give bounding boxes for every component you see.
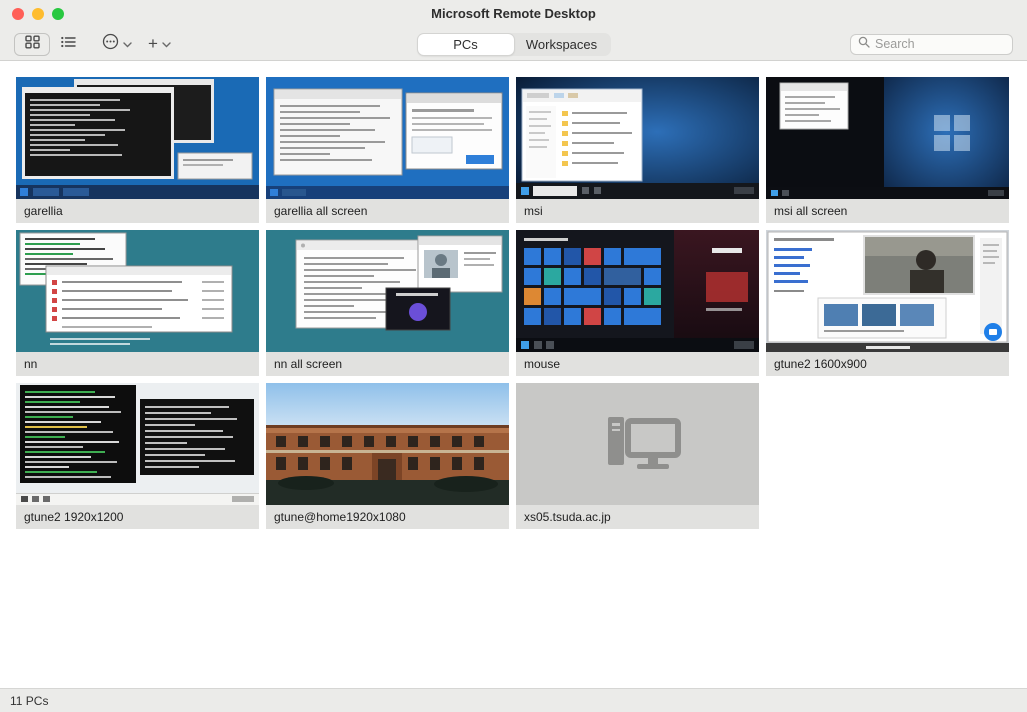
pc-name: garellia all screen bbox=[266, 199, 509, 223]
view-switcher: PCs Workspaces bbox=[417, 33, 611, 56]
pc-name: xs05.tsuda.ac.jp bbox=[516, 505, 759, 529]
pc-thumbnail bbox=[516, 230, 759, 352]
pc-thumbnail bbox=[16, 77, 259, 199]
pc-name: msi all screen bbox=[766, 199, 1009, 223]
minimize-button[interactable] bbox=[32, 8, 44, 20]
pc-name: nn all screen bbox=[266, 352, 509, 376]
search-input[interactable] bbox=[875, 37, 1005, 51]
pc-thumbnail bbox=[766, 230, 1009, 352]
window-title: Microsoft Remote Desktop bbox=[431, 6, 596, 21]
pc-grid: garellia bbox=[16, 77, 1011, 529]
pc-name: nn bbox=[16, 352, 259, 376]
pc-name: mouse bbox=[516, 352, 759, 376]
pc-name: garellia bbox=[16, 199, 259, 223]
pc-thumbnail bbox=[766, 77, 1009, 199]
pc-tile-xs05[interactable]: xs05.tsuda.ac.jp bbox=[516, 383, 759, 529]
pc-count: 11 PCs bbox=[10, 694, 48, 708]
pc-thumbnail bbox=[266, 383, 509, 505]
grid-view-button[interactable] bbox=[14, 33, 50, 56]
pc-name: gtune2 1920x1200 bbox=[16, 505, 259, 529]
zoom-button[interactable] bbox=[52, 8, 64, 20]
plus-icon: + bbox=[148, 35, 158, 52]
pc-tile-gtune2-1600x900[interactable]: gtune2 1600x900 bbox=[766, 230, 1009, 376]
list-view-button[interactable] bbox=[50, 33, 86, 56]
pc-name: msi bbox=[516, 199, 759, 223]
add-menu[interactable]: + bbox=[148, 35, 171, 53]
pc-thumbnail bbox=[16, 383, 259, 505]
pc-tile-nn[interactable]: nn bbox=[16, 230, 259, 376]
pc-tile-garellia-all-screen[interactable]: garellia all screen bbox=[266, 77, 509, 223]
tab-workspaces[interactable]: Workspaces bbox=[514, 34, 610, 55]
pc-thumbnail bbox=[16, 230, 259, 352]
pc-tile-gtune2-1920x1200[interactable]: gtune2 1920x1200 bbox=[16, 383, 259, 529]
pc-tile-garellia[interactable]: garellia bbox=[16, 77, 259, 223]
traffic-lights bbox=[12, 8, 64, 20]
more-options-menu[interactable] bbox=[102, 33, 132, 55]
pc-thumbnail bbox=[266, 77, 509, 199]
pc-grid-area: garellia bbox=[0, 61, 1027, 688]
app-window: Microsoft Remote Desktop bbox=[0, 0, 1027, 712]
tab-pcs[interactable]: PCs bbox=[418, 34, 514, 55]
toolbar: + PCs Workspaces bbox=[0, 27, 1027, 61]
pc-thumbnail bbox=[266, 230, 509, 352]
search-field[interactable] bbox=[850, 34, 1013, 55]
pc-name: gtune2 1600x900 bbox=[766, 352, 1009, 376]
pc-tile-msi-all-screen[interactable]: msi all screen bbox=[766, 77, 1009, 223]
search-icon bbox=[858, 35, 870, 53]
titlebar[interactable]: Microsoft Remote Desktop bbox=[0, 0, 1027, 27]
list-view-icon bbox=[61, 35, 76, 53]
grid-view-icon bbox=[25, 35, 40, 54]
pc-thumbnail bbox=[516, 77, 759, 199]
ellipsis-circle-icon bbox=[102, 33, 119, 55]
pc-tile-msi[interactable]: msi bbox=[516, 77, 759, 223]
close-button[interactable] bbox=[12, 8, 24, 20]
pc-tile-gtune-home[interactable]: gtune@home1920x1080 bbox=[266, 383, 509, 529]
pc-name: gtune@home1920x1080 bbox=[266, 505, 509, 529]
window-header: Microsoft Remote Desktop bbox=[0, 0, 1027, 61]
pc-tile-nn-all-screen[interactable]: nn all screen bbox=[266, 230, 509, 376]
chevron-down-icon bbox=[162, 35, 171, 53]
pc-tile-mouse[interactable]: mouse bbox=[516, 230, 759, 376]
chevron-down-icon bbox=[123, 35, 132, 53]
status-bar: 11 PCs bbox=[0, 688, 1027, 712]
pc-thumbnail bbox=[516, 383, 759, 505]
